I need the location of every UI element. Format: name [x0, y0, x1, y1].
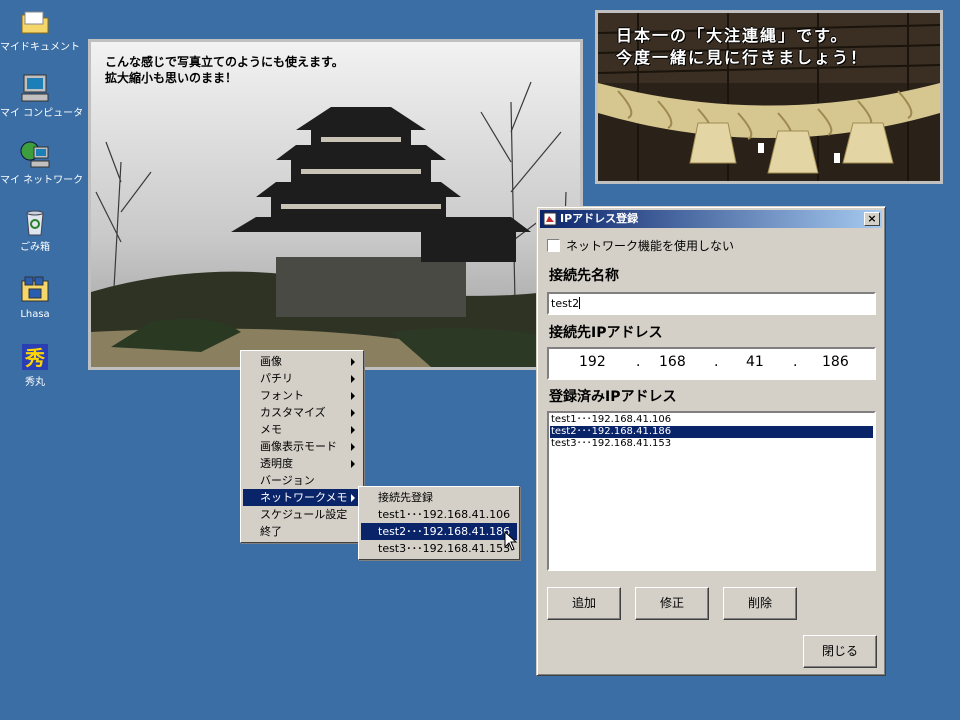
network-submenu: 接続先登録 test1･･･192.168.41.106 test2･･･192… [358, 486, 520, 560]
submenu-arrow-icon [351, 460, 355, 468]
ip-dot: . [714, 354, 719, 370]
submenu-item-register[interactable]: 接続先登録 [361, 489, 517, 506]
close-button[interactable]: 閉じる [803, 635, 877, 668]
dialog-title: IPアドレス登録 [560, 212, 639, 225]
ip-octet-1[interactable]: 192 [579, 354, 606, 370]
submenu-arrow-icon [351, 375, 355, 383]
registered-ip-label: 登録済みIPアドレス [549, 389, 677, 405]
ip-dot: . [636, 354, 641, 370]
desktop-icon-my-computer[interactable]: マイ コンピュータ [0, 72, 84, 120]
menu-item-version[interactable]: バージョン [243, 472, 361, 489]
app-icon [543, 212, 557, 226]
folder-icon [19, 6, 51, 38]
rope-caption-line2: 今度一緒に見に行きましょう！ [616, 48, 869, 67]
add-button[interactable]: 追加 [547, 587, 621, 620]
dialog-titlebar[interactable]: IPアドレス登録 × [540, 210, 882, 228]
delete-button[interactable]: 削除 [723, 587, 797, 620]
desktop-icon-hidemaru[interactable]: 秀 秀丸 [0, 341, 70, 389]
menu-item-memo[interactable]: メモ [243, 421, 361, 438]
context-menu: 画像 パチリ フォント カスタマイズ メモ 画像表示モード 透明度 バージョン … [240, 350, 364, 543]
submenu-arrow-icon [351, 392, 355, 400]
list-item[interactable]: test2･･･192.168.41.186 [550, 426, 873, 438]
registered-ip-list[interactable]: test1･･･192.168.41.106 test2･･･192.168.4… [547, 411, 876, 571]
menu-item-display-mode[interactable]: 画像表示モード [243, 438, 361, 455]
mouse-cursor-icon [504, 531, 518, 551]
castle-photo-frame[interactable]: こんな感じで写真立てのようにも使えます。 拡大縮小も思いのまま！ [88, 39, 583, 370]
disable-network-option[interactable]: ネットワーク機能を使用しない [547, 237, 734, 254]
rope-photo-frame[interactable]: 日本一の「大注連縄」です。 今度一緒に見に行きましょう！ [595, 10, 943, 184]
menu-item-schedule[interactable]: スケジュール設定 [243, 506, 361, 523]
desktop-icon-label: マイ コンピュータ [0, 108, 84, 119]
editor-icon: 秀 [19, 341, 51, 373]
submenu-item-test2[interactable]: test2･･･192.168.41.186 [361, 523, 517, 540]
desktop-icon-my-network[interactable]: マイ ネットワーク [0, 139, 84, 187]
ip-octet-3[interactable]: 41 [746, 354, 764, 370]
desktop-icon-my-documents[interactable]: マイドキュメント [0, 6, 80, 54]
edit-button[interactable]: 修正 [635, 587, 709, 620]
menu-item-font[interactable]: フォント [243, 387, 361, 404]
svg-text:秀: 秀 [24, 346, 45, 370]
computer-icon [19, 72, 51, 104]
castle-caption: こんな感じで写真立てのようにも使えます。 拡大縮小も思いのまま！ [105, 54, 344, 86]
rope-caption: 日本一の「大注連縄」です。 今度一緒に見に行きましょう！ [616, 25, 868, 69]
text-caret [579, 297, 581, 309]
close-icon[interactable]: × [864, 212, 880, 226]
disable-network-label: ネットワーク機能を使用しない [566, 239, 735, 253]
ip-dot: . [793, 354, 798, 370]
submenu-item-test1[interactable]: test1･･･192.168.41.106 [361, 506, 517, 523]
submenu-arrow-icon [351, 358, 355, 366]
list-item[interactable]: test3･･･192.168.41.153 [550, 438, 873, 450]
network-icon [19, 139, 51, 171]
disable-network-checkbox[interactable] [547, 239, 560, 252]
desktop-icon-recycle-bin[interactable]: ごみ箱 [0, 206, 70, 254]
castle-caption-line1: こんな感じで写真立てのようにも使えます。 [105, 55, 344, 69]
rope-caption-line1: 日本一の「大注連縄」です。 [616, 26, 849, 45]
desktop-icon-label: Lhasa [20, 309, 50, 320]
desktop-icon-label: 秀丸 [25, 377, 45, 388]
ip-address-label: 接続先IPアドレス [549, 325, 663, 341]
castle-photo [91, 42, 580, 367]
connection-name-label: 接続先名称 [549, 268, 619, 284]
desktop-icon-label: マイドキュメント [0, 42, 80, 53]
ip-address-input[interactable]: 192 . 168 . 41 . 186 [547, 347, 876, 380]
archive-icon [19, 273, 51, 305]
connection-name-value: test2 [551, 297, 580, 310]
menu-item-customize[interactable]: カスタマイズ [243, 404, 361, 421]
submenu-arrow-icon [351, 409, 355, 417]
menu-item-pachiri[interactable]: パチリ [243, 370, 361, 387]
ip-octet-2[interactable]: 168 [659, 354, 686, 370]
submenu-arrow-icon [351, 494, 355, 502]
castle-caption-line2: 拡大縮小も思いのまま！ [105, 71, 238, 85]
submenu-arrow-icon [351, 443, 355, 451]
menu-item-transparency[interactable]: 透明度 [243, 455, 361, 472]
desktop-icon-lhasa[interactable]: Lhasa [0, 273, 70, 321]
submenu-item-test3[interactable]: test3･･･192.168.41.153 [361, 540, 517, 557]
list-item[interactable]: test1･･･192.168.41.106 [550, 414, 873, 426]
connection-name-input[interactable]: test2 [547, 292, 876, 315]
recycle-bin-icon [19, 206, 51, 238]
ip-octet-4[interactable]: 186 [822, 354, 849, 370]
menu-item-image[interactable]: 画像 [243, 353, 361, 370]
desktop-icon-label: ごみ箱 [20, 242, 50, 253]
menu-item-exit[interactable]: 終了 [243, 523, 361, 540]
submenu-arrow-icon [351, 426, 355, 434]
menu-item-network-memo[interactable]: ネットワークメモ [243, 489, 361, 506]
desktop-icon-label: マイ ネットワーク [0, 175, 84, 186]
ip-address-dialog: IPアドレス登録 × ネットワーク機能を使用しない 接続先名称 test2 接続… [536, 206, 886, 676]
